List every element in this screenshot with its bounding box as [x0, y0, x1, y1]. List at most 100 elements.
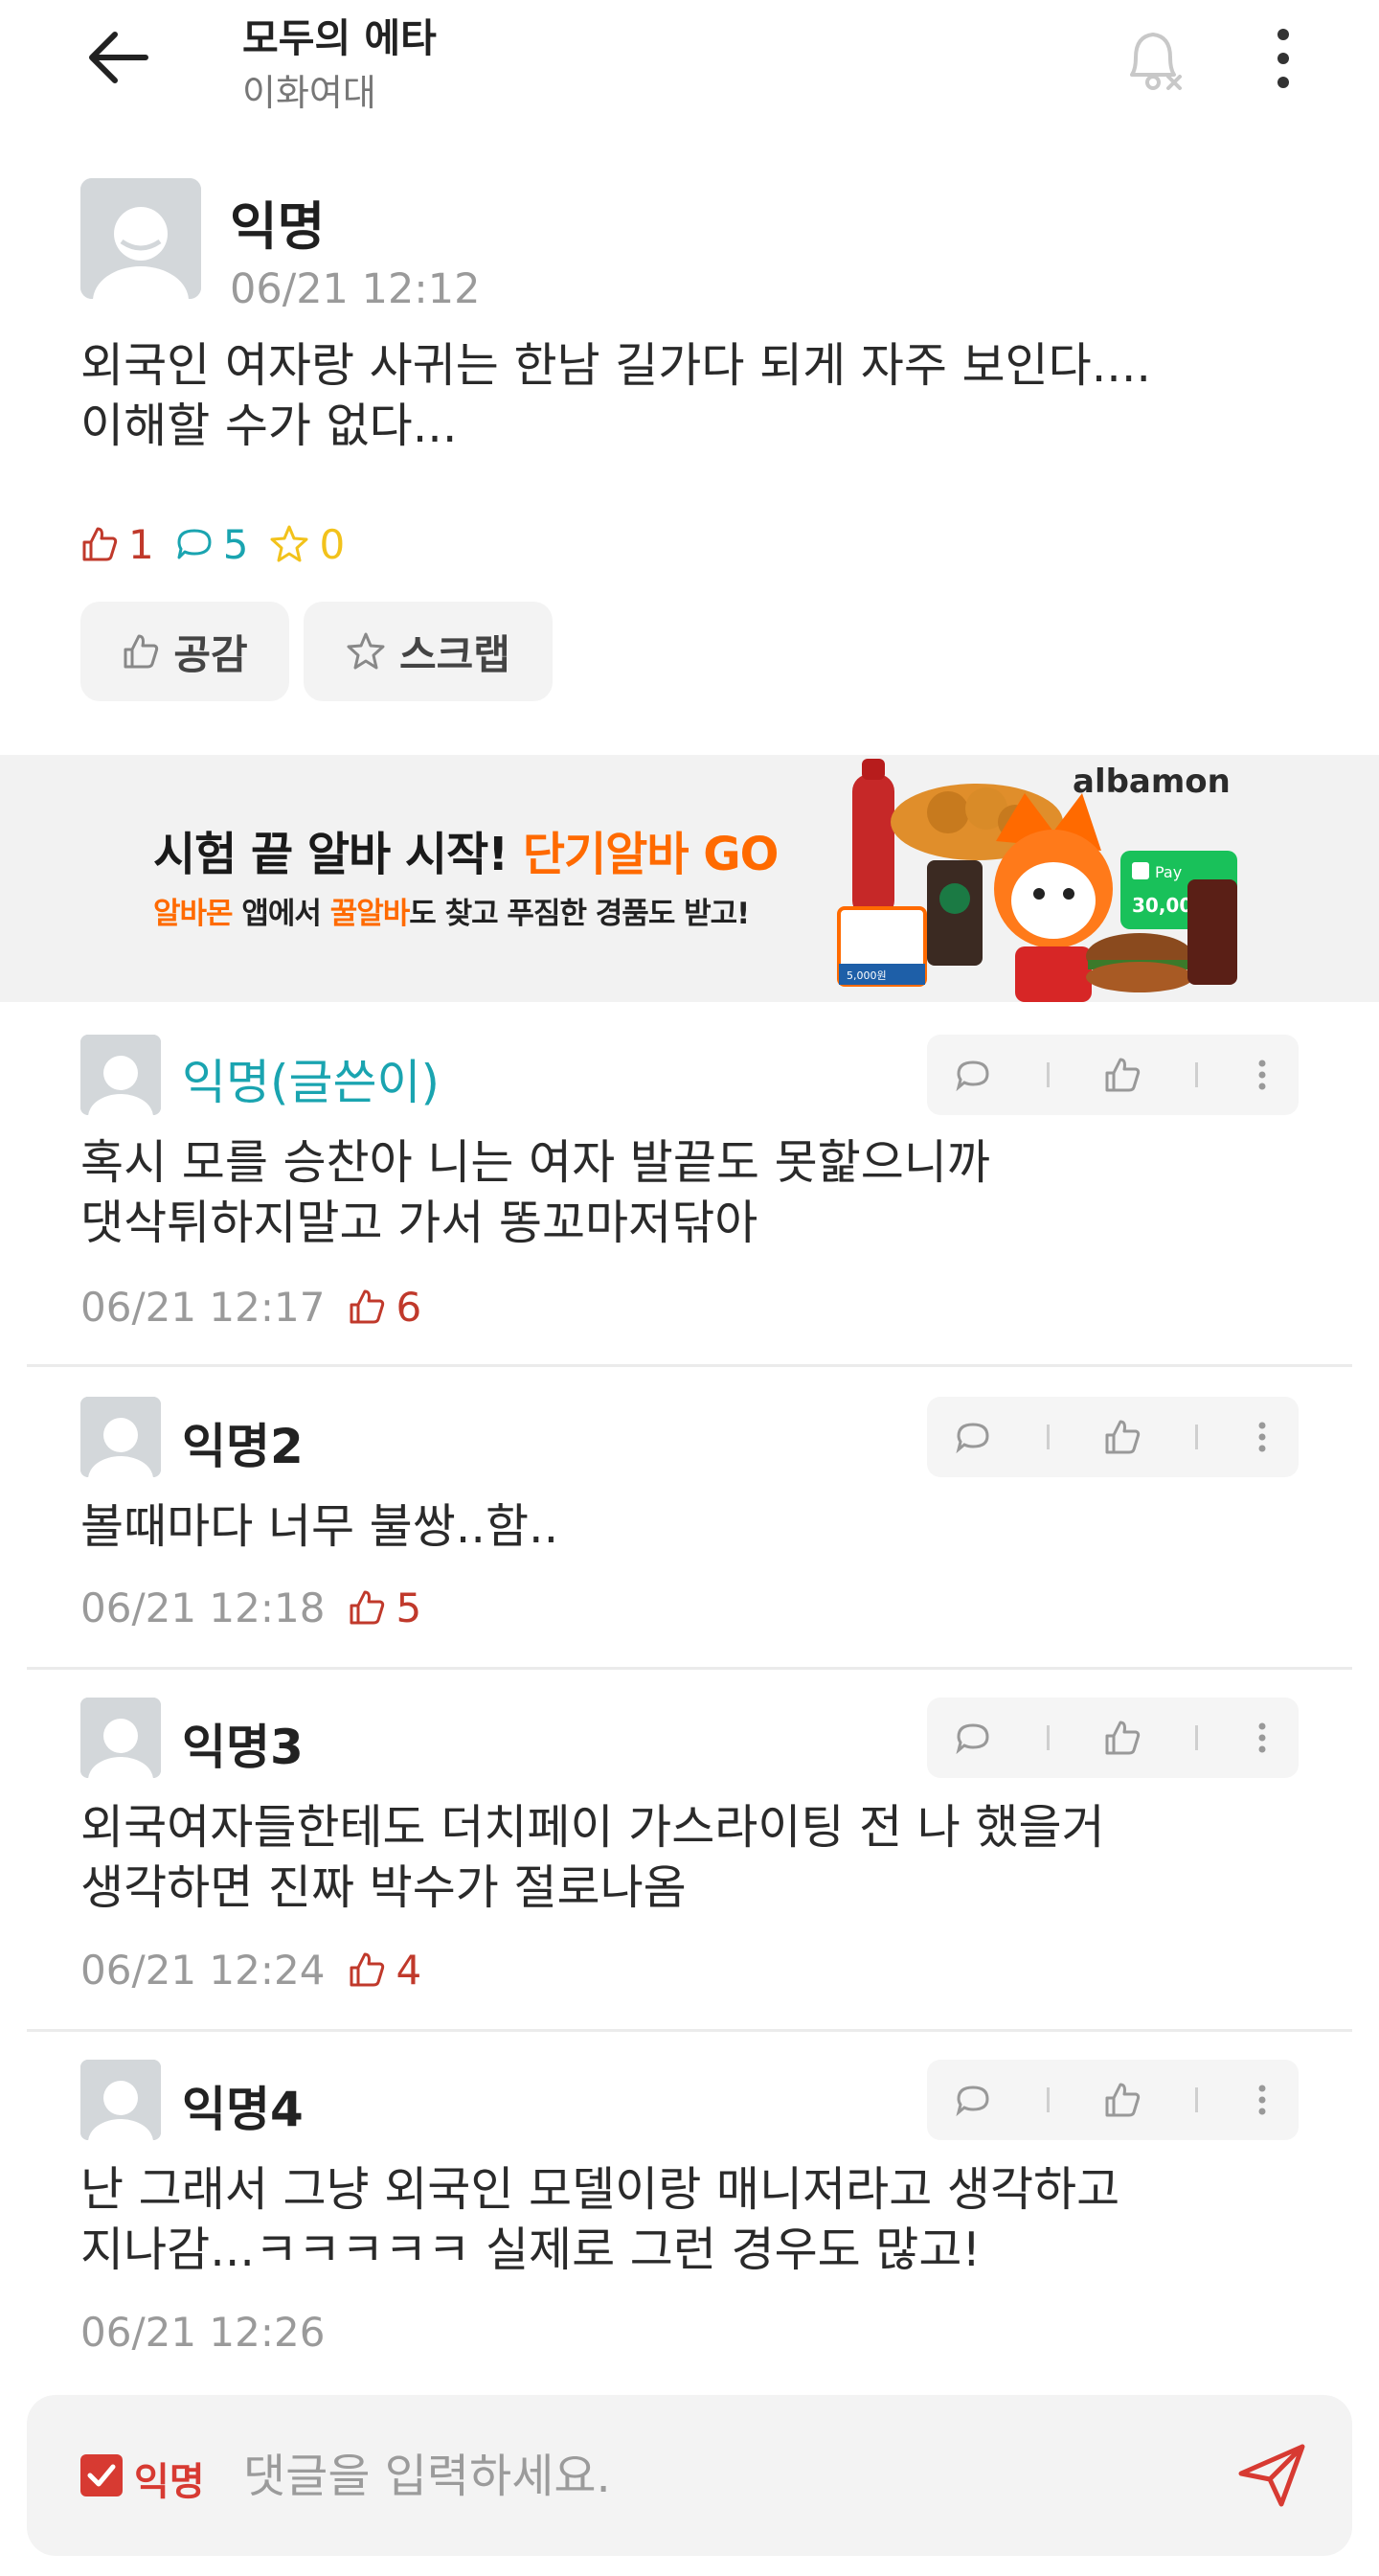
comment-count: 5 [175, 520, 249, 568]
thumbs-up-icon [82, 527, 118, 561]
comment-meta: 06/21 12:17 6 [80, 1280, 421, 1334]
more-vertical-icon [1277, 29, 1289, 88]
comment-avatar [80, 1698, 161, 1778]
scrap-button[interactable]: 스크랩 [304, 602, 553, 701]
comment-like-count: 6 [348, 1284, 421, 1331]
thumbs-up-icon [350, 1289, 385, 1324]
more-vertical-icon[interactable] [1253, 1719, 1272, 1757]
toolbar-divider [1046, 1425, 1050, 1449]
default-profile-icon [80, 178, 201, 299]
comment-author: 익명3 [182, 1720, 304, 1775]
comment-avatar [80, 1397, 161, 1477]
post-timestamp: 06/21 12:12 [230, 265, 481, 313]
comment-timestamp: 06/21 12:17 [80, 1283, 326, 1331]
post-author: 익명 [230, 196, 326, 257]
comment-divider [27, 1667, 1352, 1670]
thumbs-up-icon[interactable] [1103, 1418, 1142, 1456]
toolbar-divider [1195, 1425, 1199, 1449]
comment-author: 익명(글쓴이) [182, 1055, 441, 1110]
reply-icon[interactable] [954, 2081, 992, 2119]
default-profile-icon [80, 1397, 161, 1477]
author-avatar [80, 178, 201, 299]
comment-like-value: 6 [396, 1283, 422, 1331]
default-profile-icon [80, 2060, 161, 2140]
thumbs-up-icon [124, 634, 159, 669]
comment-avatar [80, 1035, 161, 1115]
comment-timestamp: 06/21 12:18 [80, 1584, 326, 1631]
toolbar-divider [1046, 1725, 1050, 1750]
board-title: 모두의 에타 [242, 15, 437, 61]
toolbar-divider [1195, 1062, 1199, 1087]
comment-like-value: 5 [396, 1584, 422, 1631]
reply-icon[interactable] [954, 1056, 992, 1094]
checkbox-icon [87, 2464, 116, 2487]
toolbar-divider [1195, 1725, 1199, 1750]
coupon-amount: 5,000원 [847, 969, 887, 982]
comment-toolbar [927, 1397, 1299, 1477]
ad-headline: 시험 끝 알바 시작! 단기알바 GO [153, 816, 780, 883]
comment-author: 익명4 [182, 2082, 304, 2137]
comment-body: 외국여자들한테도 더치페이 가스라이팅 전 나 했을거 생각하면 진짜 박수가 … [80, 1800, 1105, 1915]
ad-headline-main: 시험 끝 알바 시작! [153, 828, 523, 881]
toolbar-divider [1046, 2087, 1050, 2112]
like-button[interactable]: 공감 [80, 602, 289, 701]
scrap-count: 0 [269, 521, 345, 568]
comment-like-count: 5 [348, 1584, 421, 1631]
more-menu-button[interactable] [1260, 25, 1306, 92]
speech-bubble-icon [177, 529, 212, 559]
comment-body: 난 그래서 그냥 외국인 모델이랑 매니저라고 생각하고 지나감...ㅋㅋㅋㅋㅋ… [80, 2162, 1120, 2277]
notification-toggle[interactable] [1119, 21, 1187, 98]
star-icon [347, 632, 385, 670]
send-icon [1238, 2444, 1305, 2507]
reply-icon[interactable] [954, 1418, 992, 1456]
ad-headline-highlight: 단기알바 GO [522, 828, 780, 881]
comment-avatar [80, 2060, 161, 2140]
default-profile-icon [80, 1035, 161, 1115]
ad-sub-keyword: 꿀알바 [329, 897, 411, 931]
star-icon [270, 525, 308, 562]
send-button[interactable] [1235, 2441, 1308, 2510]
more-vertical-icon[interactable] [1253, 1056, 1272, 1094]
post-stats: 1 5 0 [80, 515, 345, 573]
thumbs-up-icon[interactable] [1103, 1719, 1142, 1757]
comment-like-value: 4 [396, 1946, 422, 1994]
comment-count-value: 5 [222, 520, 249, 568]
more-vertical-icon[interactable] [1253, 2081, 1272, 2119]
comment-toolbar [927, 2060, 1299, 2140]
board-subtitle: 이화여대 [242, 72, 376, 114]
bell-off-icon [1130, 33, 1182, 90]
reply-icon[interactable] [954, 1719, 992, 1757]
ad-sub-brand: 알바몬 [153, 897, 234, 931]
comment-divider [27, 2029, 1352, 2032]
pay-badge: Pay [1155, 863, 1182, 881]
ad-logo: albamon [1073, 763, 1231, 801]
scrap-count-value: 0 [319, 520, 346, 568]
default-profile-icon [80, 1698, 161, 1778]
back-button[interactable] [84, 27, 153, 88]
comment-timestamp: 06/21 12:26 [80, 2308, 326, 2356]
thumbs-up-icon [350, 1952, 385, 1987]
comment-body: 볼때마다 너무 불쌍..함.. [80, 1499, 559, 1554]
anonymous-label[interactable]: 익명 [134, 2451, 205, 2506]
ad-subline: 알바몬 앱에서 꿀알바도 찾고 푸짐한 경품도 받고! [153, 889, 750, 932]
comment-input[interactable] [241, 2439, 1155, 2514]
comment-body: 혹시 모를 승찬아 니는 여자 발끝도 못핥으니까 댓삭튀하지말고 가서 똥꼬마… [80, 1135, 990, 1250]
comment-timestamp: 06/21 12:24 [80, 1946, 326, 1994]
toolbar-divider [1195, 2087, 1199, 2112]
thumbs-up-icon[interactable] [1103, 2081, 1142, 2119]
ad-sub-text2: 도 찾고 푸짐한 경품도 받고! [409, 897, 750, 931]
back-arrow-icon [89, 32, 148, 83]
more-vertical-icon[interactable] [1253, 1418, 1272, 1456]
comment-like-count: 4 [348, 1947, 421, 1994]
ad-sub-text1: 앱에서 [232, 897, 330, 931]
toolbar-divider [1046, 1062, 1050, 1087]
anonymous-checkbox[interactable] [80, 2454, 123, 2496]
comment-author: 익명2 [182, 1419, 304, 1474]
like-count: 1 [80, 521, 154, 568]
comment-divider [27, 1364, 1352, 1367]
post-body: 외국인 여자랑 사귀는 한남 길가다 되게 자주 보인다.... 이해할 수가 … [80, 338, 1152, 453]
comment-meta: 06/21 12:26 [80, 2305, 325, 2359]
comment-toolbar [927, 1035, 1299, 1115]
comment-toolbar [927, 1698, 1299, 1778]
thumbs-up-icon[interactable] [1103, 1056, 1142, 1094]
